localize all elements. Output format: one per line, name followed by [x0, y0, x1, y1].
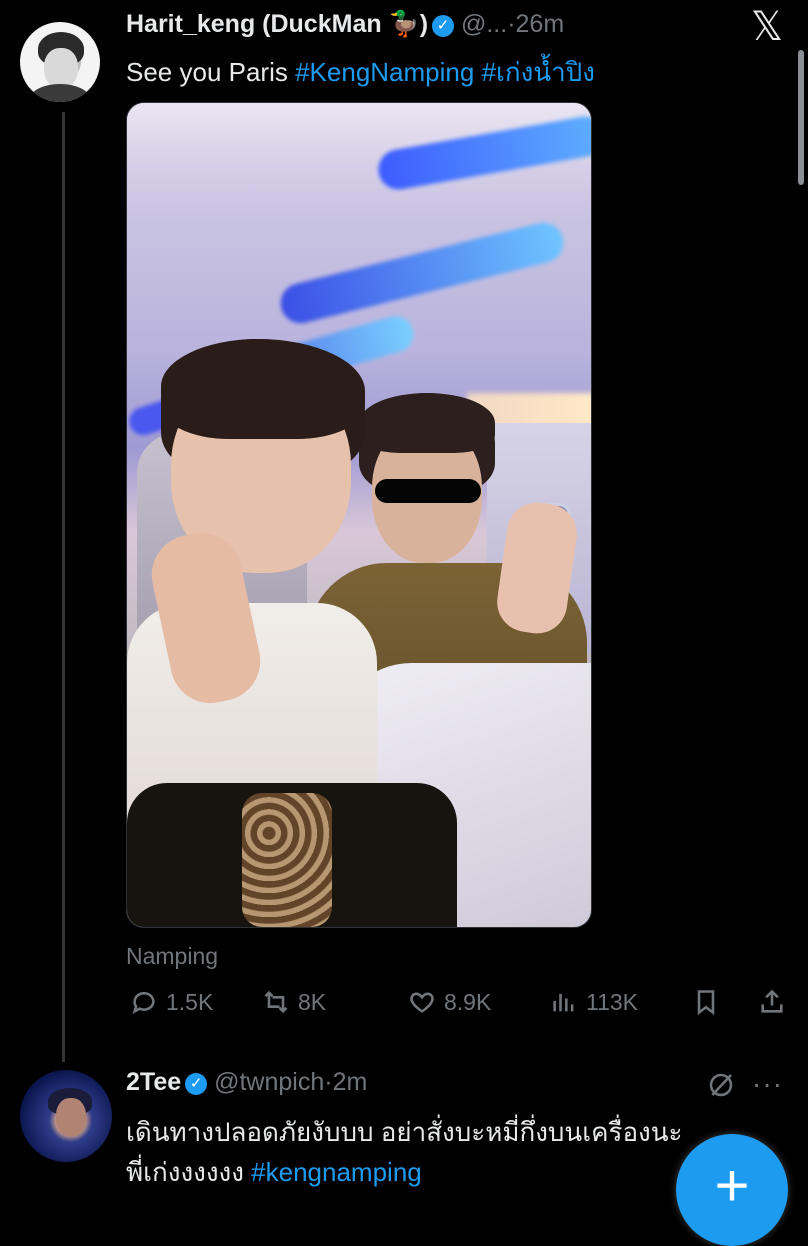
verified-badge-icon: ✓	[432, 15, 455, 37]
tweet2-header: 2Tee ✓ @twnpich·2m	[126, 1068, 367, 1097]
hashtag-kengnamping-2[interactable]: #kengnamping	[251, 1157, 422, 1187]
bookmark-button[interactable]	[692, 982, 728, 1022]
repost-count: 8K	[298, 988, 327, 1015]
grok-icon[interactable]	[706, 1070, 736, 1100]
tweet2-display-name[interactable]: 2Tee	[126, 1068, 181, 1096]
more-options-icon[interactable]: ···	[752, 1068, 783, 1100]
tweet2-time[interactable]: ·2m	[324, 1068, 367, 1096]
hashtag-thai[interactable]: #เก่งน้ำปิง	[482, 57, 595, 87]
heart-icon	[410, 992, 434, 1013]
reply-button[interactable]: 1.5K	[130, 982, 213, 1022]
tweet1-time[interactable]: ·26m	[507, 10, 564, 38]
tweet2-text-plain: พี่เก่งงงงงง	[126, 1157, 252, 1187]
reply-icon	[132, 992, 155, 1014]
compose-fab-button[interactable]: +	[676, 1134, 788, 1246]
tweet2-text-line2: พี่เก่งงงงงง #kengnamping	[126, 1152, 422, 1193]
scrollbar[interactable]	[798, 50, 804, 185]
tweet1-text: See you Paris #KengNamping #เก่งน้ำปิง	[126, 52, 595, 93]
tweet1-action-bar: 1.5K 8K 8.9K 113K	[126, 982, 786, 1022]
tweet1-photo[interactable]	[126, 102, 592, 928]
avatar-2tee[interactable]	[20, 1070, 112, 1162]
like-count: 8.9K	[444, 988, 492, 1015]
image-caption[interactable]: Namping	[126, 943, 218, 970]
tweet2-text-line1: เดินทางปลอดภัยงับบบ อย่าสั่งบะหมี่กึ่งบน…	[126, 1117, 683, 1147]
views-icon	[553, 993, 574, 1012]
share-icon	[761, 989, 783, 1013]
avatar-harit-keng[interactable]	[20, 22, 100, 102]
views-count: 113K	[586, 988, 639, 1015]
bookmark-icon	[697, 990, 715, 1016]
hashtag-kengnamping[interactable]: #KengNamping	[295, 57, 474, 87]
verified-badge-icon: ✓	[185, 1073, 208, 1095]
views-button[interactable]: 113K	[550, 982, 638, 1022]
repost-button[interactable]: 8K	[262, 982, 326, 1022]
repost-icon	[264, 990, 288, 1014]
tweet1-header: Harit_keng (DuckMan 🦆) ✓ @...·26m	[126, 10, 564, 39]
thread-line	[62, 112, 65, 1062]
share-button[interactable]	[758, 982, 794, 1022]
x-logo-icon[interactable]: 𝕏	[746, 6, 788, 48]
tweet1-display-name[interactable]: Harit_keng (DuckMan 🦆)	[126, 10, 428, 38]
reply-count: 1.5K	[166, 988, 214, 1015]
tweet1-handle[interactable]: @...	[461, 10, 507, 38]
like-button[interactable]: 8.9K	[408, 982, 491, 1022]
tweet1-text-plain: See you Paris	[126, 57, 296, 87]
tweet2-handle[interactable]: @twnpich	[214, 1068, 324, 1096]
